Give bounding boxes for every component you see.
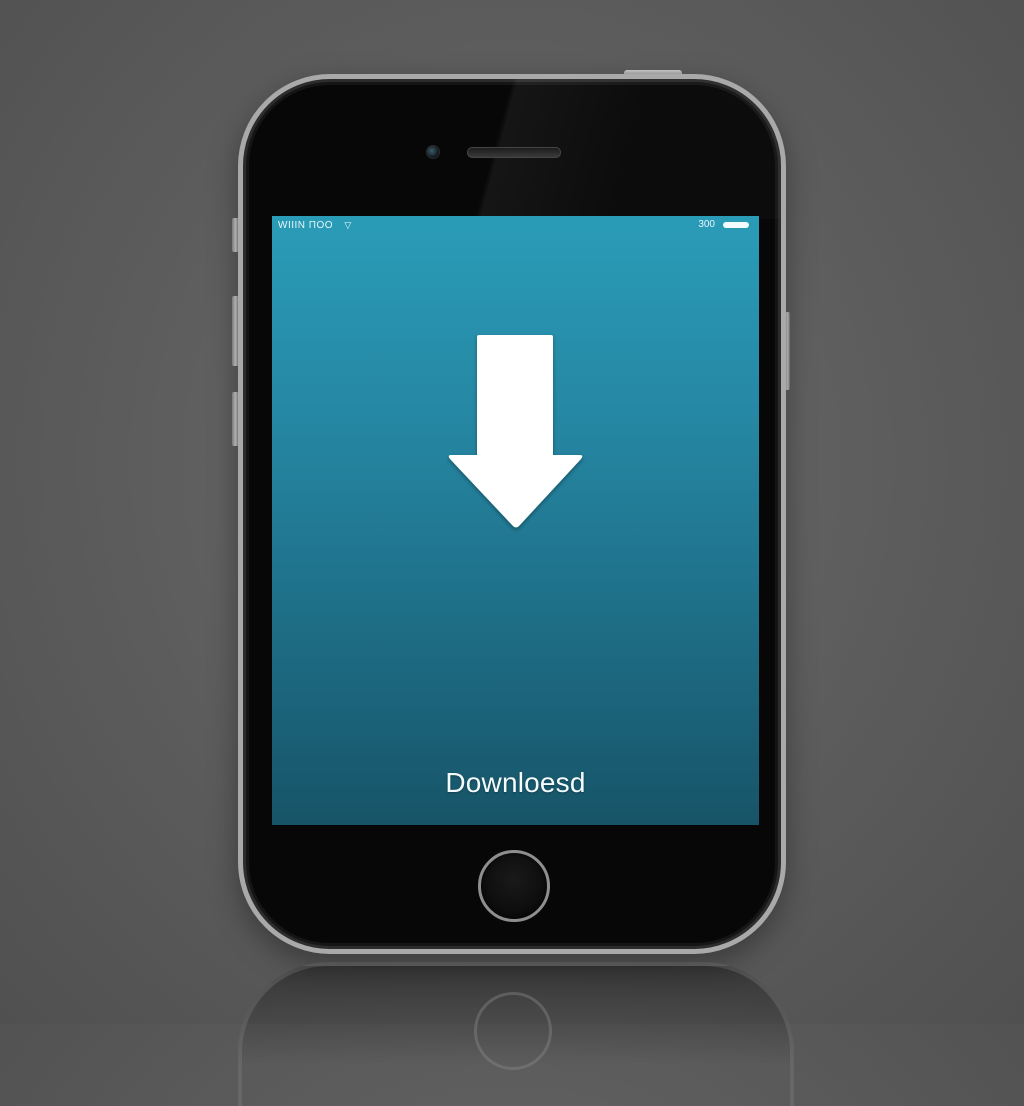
front-camera [426, 145, 440, 159]
battery-icon [723, 222, 749, 228]
status-left: WIIIN ΠΟΟ ▽ [278, 216, 352, 235]
home-button[interactable] [478, 850, 550, 922]
home-button-reflection [474, 992, 552, 1070]
download-label[interactable]: Downloesd [272, 767, 759, 799]
carrier-label: WIIIN ΠΟΟ [278, 220, 334, 231]
download-arrow-icon[interactable] [446, 333, 586, 533]
phone-device: WIIIN ΠΟΟ ▽ 300 Downloesd [238, 74, 786, 954]
status-right: 300 [698, 216, 749, 234]
earpiece-speaker [467, 147, 561, 158]
phone-screen: WIIIN ΠΟΟ ▽ 300 Downloesd [272, 216, 759, 825]
status-bar: WIIIN ΠΟΟ ▽ 300 [272, 216, 759, 234]
battery-percentage: 300 [698, 219, 715, 230]
wifi-icon: ▽ [344, 220, 352, 230]
